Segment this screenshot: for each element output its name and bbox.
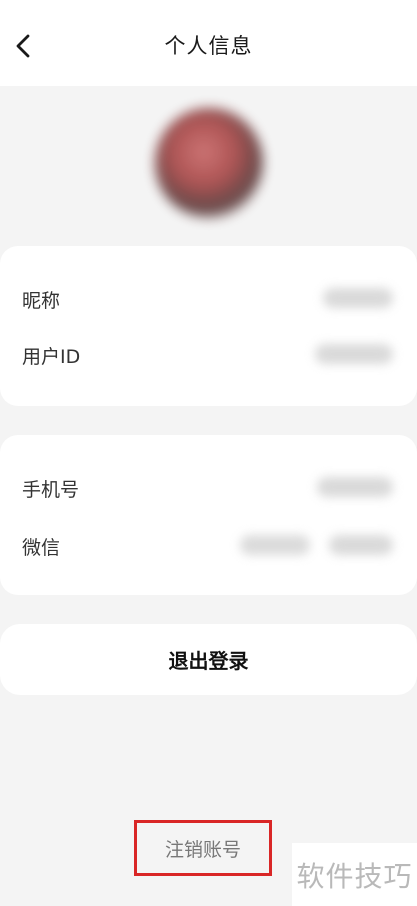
cancel-account-highlight: 注销账号 — [134, 820, 272, 876]
wechat-label: 微信 — [22, 537, 61, 559]
cancel-account-link[interactable]: 注销账号 — [165, 835, 241, 862]
logout-button[interactable]: 退出登录 — [0, 624, 417, 695]
phone-label: 手机号 — [22, 479, 80, 501]
nickname-row[interactable]: 昵称 — [0, 278, 417, 318]
avatar-area[interactable] — [130, 104, 290, 226]
avatar[interactable] — [155, 108, 263, 218]
nickname-value — [323, 288, 393, 308]
watermark: 软件技巧 — [292, 843, 417, 906]
phone-value — [317, 477, 393, 497]
user-id-value — [315, 344, 393, 364]
user-id-label: 用户ID — [22, 346, 81, 368]
phone-row[interactable]: 手机号 — [0, 467, 417, 507]
personal-info-page: 个人信息 昵称 用户ID 手机号 微信 退出登录 注销账号 软件技巧 — [0, 0, 417, 906]
binding-info-card: 手机号 微信 — [0, 435, 417, 595]
wechat-status-value — [329, 535, 393, 555]
wechat-row[interactable]: 微信 — [0, 525, 417, 565]
page-title: 个人信息 — [164, 34, 253, 58]
top-bar: 个人信息 — [0, 0, 417, 86]
nickname-label: 昵称 — [22, 290, 61, 312]
account-info-card: 昵称 用户ID — [0, 246, 417, 406]
user-id-row[interactable]: 用户ID — [0, 334, 417, 374]
wechat-name-value — [240, 535, 310, 555]
